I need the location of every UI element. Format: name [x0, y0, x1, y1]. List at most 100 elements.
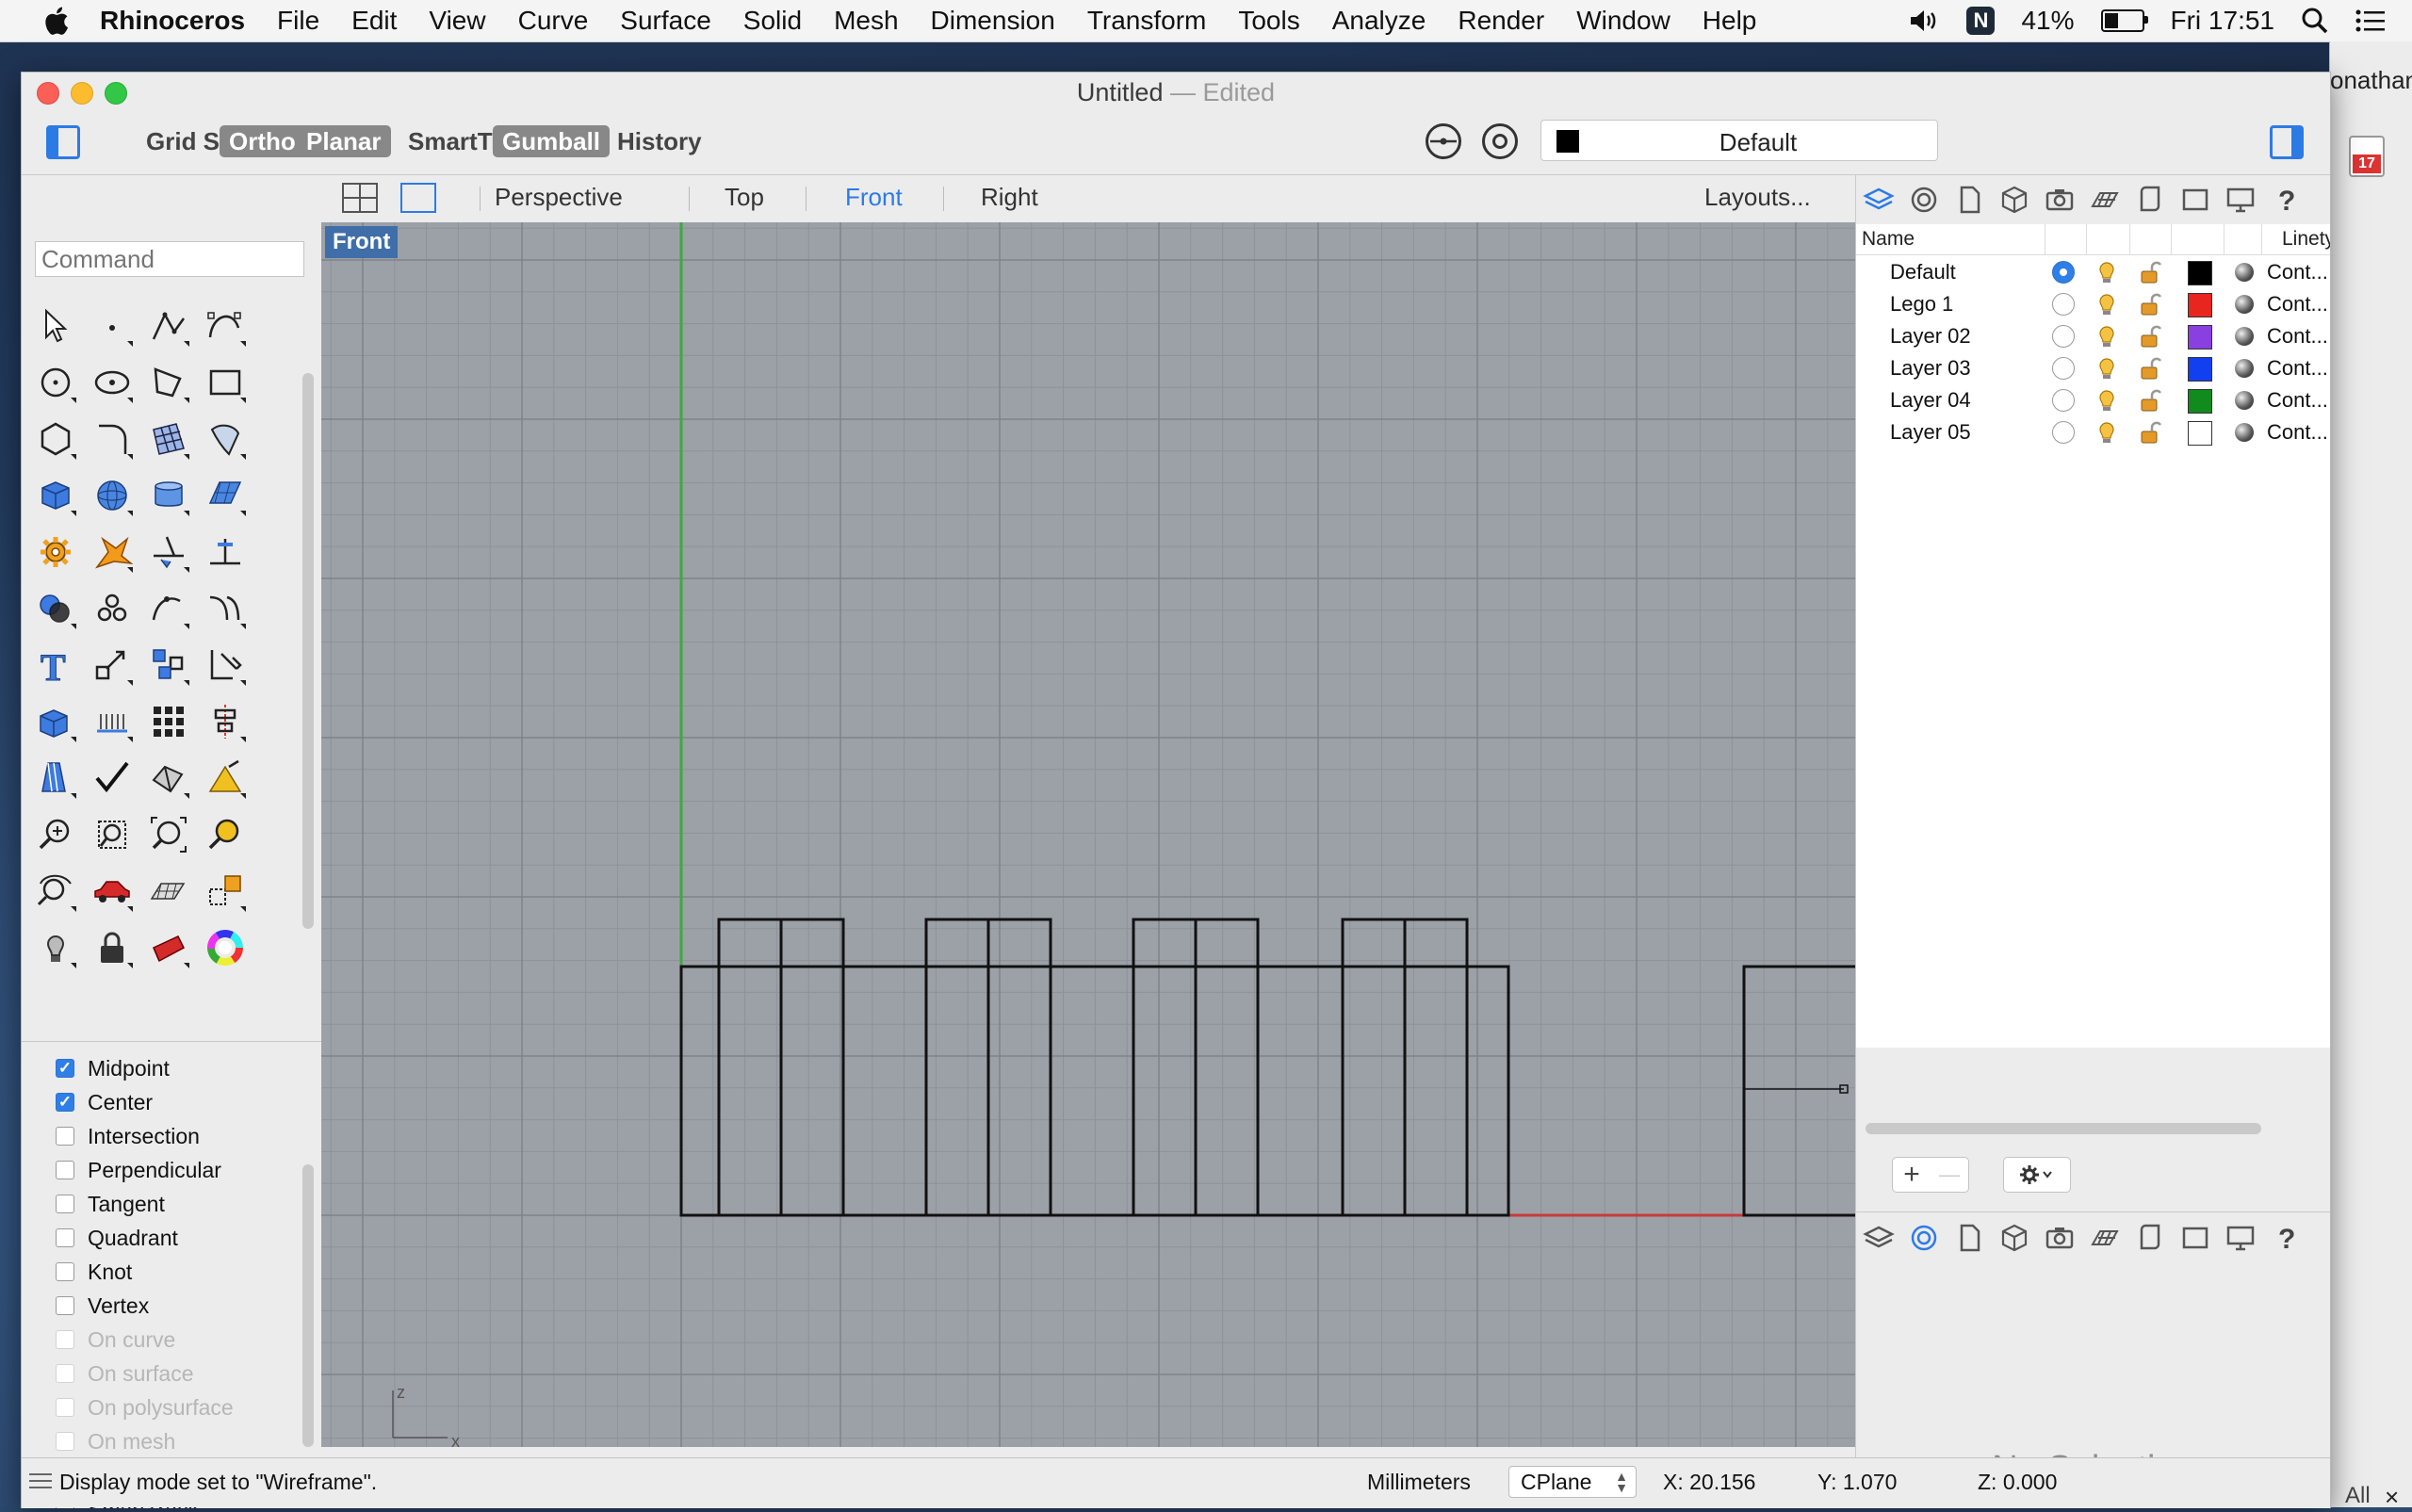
- linetype-value[interactable]: Cont...: [2267, 324, 2328, 349]
- notes-tab-icon[interactable]: [2127, 1215, 2173, 1260]
- properties-tab-icon[interactable]: [1901, 177, 1947, 222]
- material-sphere-icon[interactable]: [2235, 391, 2254, 410]
- box-icon[interactable]: [27, 467, 84, 524]
- align-icon[interactable]: [197, 693, 253, 750]
- grid-array-icon[interactable]: [140, 693, 197, 750]
- plane-surface-icon[interactable]: [197, 467, 253, 524]
- osnap-quadrant[interactable]: Quadrant: [56, 1221, 310, 1255]
- linetype-value[interactable]: Cont...: [2267, 388, 2328, 413]
- help-tab-icon[interactable]: ?: [2263, 177, 2308, 222]
- layer-name[interactable]: Default: [1890, 260, 1956, 285]
- layouts-button[interactable]: Layouts...: [1704, 183, 1811, 212]
- linetype-value[interactable]: Cont...: [2267, 292, 2328, 317]
- checkbox[interactable]: [56, 1161, 74, 1179]
- shade-icon[interactable]: [140, 750, 197, 806]
- menu-help[interactable]: Help: [1703, 6, 1757, 36]
- dimension-icon[interactable]: [197, 750, 253, 806]
- render-tab-icon[interactable]: [2082, 1215, 2127, 1260]
- menu-surface[interactable]: Surface: [620, 6, 711, 36]
- single-viewport-icon[interactable]: [400, 183, 436, 213]
- loft-icon[interactable]: [197, 411, 253, 467]
- four-viewports-icon[interactable]: [342, 183, 378, 213]
- document-tab-icon[interactable]: [1947, 177, 1992, 222]
- checkbox[interactable]: [56, 1296, 74, 1315]
- current-layer-selector[interactable]: Default: [1540, 120, 1938, 161]
- osnap-on-mesh[interactable]: On mesh: [56, 1424, 310, 1458]
- osnap-scrollbar[interactable]: [302, 1164, 314, 1447]
- add-layer-button[interactable]: +: [1893, 1158, 1931, 1192]
- tab-top[interactable]: Top: [725, 183, 764, 212]
- checkbox[interactable]: [56, 1262, 74, 1281]
- tab-perspective[interactable]: Perspective: [495, 183, 623, 212]
- viewport-title-label[interactable]: Front: [325, 226, 399, 258]
- layer-row[interactable]: Layer 05 Cont...: [1856, 415, 2330, 447]
- layer-row[interactable]: Layer 02 Cont...: [1856, 319, 2330, 351]
- column-header-name[interactable]: Name: [1862, 228, 1915, 251]
- app-menu[interactable]: Rhinoceros: [100, 6, 245, 36]
- point-icon[interactable]: [84, 298, 140, 354]
- scale-icon[interactable]: [84, 637, 140, 693]
- right-sidebar-toggle-icon[interactable]: [2270, 125, 2304, 159]
- osnap-tangent[interactable]: Tangent: [56, 1187, 310, 1221]
- lock-icon[interactable]: [2139, 388, 2162, 413]
- layer-color-swatch[interactable]: [2188, 261, 2212, 285]
- boolean-icon[interactable]: [27, 580, 84, 637]
- rebuild-icon[interactable]: [197, 580, 253, 637]
- text-icon[interactable]: T: [27, 637, 84, 693]
- array-icon[interactable]: [140, 637, 197, 693]
- camera-tab-icon[interactable]: [2037, 177, 2082, 222]
- rotate-view-icon[interactable]: [27, 863, 84, 919]
- lock-icon[interactable]: [2139, 324, 2162, 349]
- fillet-icon[interactable]: [84, 411, 140, 467]
- layers-horizontal-scrollbar[interactable]: [1866, 1123, 2261, 1134]
- left-sidebar-toggle-icon[interactable]: [46, 125, 80, 159]
- current-layer-radio[interactable]: [2052, 389, 2075, 412]
- checkbox[interactable]: [56, 1432, 74, 1451]
- visibility-bulb-icon[interactable]: [2095, 388, 2118, 413]
- checkbox[interactable]: [56, 1228, 74, 1247]
- layer-name[interactable]: Layer 05: [1890, 420, 1971, 445]
- layer-name[interactable]: Layer 03: [1890, 356, 1971, 381]
- visibility-bulb-icon[interactable]: [2095, 260, 2118, 285]
- checkbox[interactable]: [56, 1127, 74, 1146]
- display-tab-icon[interactable]: [1992, 1215, 2037, 1260]
- menu-render[interactable]: Render: [1458, 6, 1544, 36]
- lock-icon[interactable]: [2139, 292, 2162, 317]
- layers-tab-icon[interactable]: [1856, 177, 1901, 222]
- layers-tab-icon[interactable]: [1856, 1215, 1901, 1260]
- osnap-midpoint[interactable]: Midpoint: [56, 1051, 310, 1085]
- linetype-value[interactable]: Cont...: [2267, 420, 2328, 445]
- menu-solid[interactable]: Solid: [743, 6, 802, 36]
- layer-color-swatch[interactable]: [2188, 389, 2212, 414]
- tool-palette-scrollbar[interactable]: [302, 373, 314, 929]
- layer-row[interactable]: Default Cont...: [1856, 255, 2330, 287]
- menu-dimension[interactable]: Dimension: [931, 6, 1055, 36]
- planar-button[interactable]: Planar: [297, 125, 391, 157]
- current-layer-radio[interactable]: [2052, 421, 2075, 444]
- join-icon[interactable]: [140, 580, 197, 637]
- menu-edit[interactable]: Edit: [351, 6, 397, 36]
- current-layer-radio[interactable]: [2052, 293, 2075, 316]
- visibility-bulb-icon[interactable]: [2095, 324, 2118, 349]
- check-icon[interactable]: [84, 750, 140, 806]
- layer-name[interactable]: Layer 02: [1890, 324, 1971, 349]
- layer-color-swatch[interactable]: [2188, 357, 2212, 382]
- osnap-vertex[interactable]: Vertex: [56, 1289, 310, 1323]
- tab-front[interactable]: Front: [845, 183, 903, 212]
- osnap-toggle-icon[interactable]: [1482, 123, 1518, 159]
- material-sphere-icon[interactable]: [2235, 327, 2254, 346]
- menu-curve[interactable]: Curve: [518, 6, 589, 36]
- snap-point-icon[interactable]: [1426, 123, 1461, 159]
- camera-tab-icon[interactable]: [2037, 1215, 2082, 1260]
- menu-window[interactable]: Window: [1576, 6, 1670, 36]
- visibility-bulb-icon[interactable]: [2095, 292, 2118, 317]
- history-button[interactable]: History: [611, 125, 708, 157]
- osnap-perpendicular[interactable]: Perpendicular: [56, 1153, 310, 1187]
- monitor-tab-icon[interactable]: [2218, 177, 2263, 222]
- osnap-intersection[interactable]: Intersection: [56, 1119, 310, 1153]
- clock[interactable]: Fri 17:51: [2171, 6, 2275, 36]
- layer-color-swatch[interactable]: [2188, 325, 2212, 350]
- menu-analyze[interactable]: Analyze: [1332, 6, 1426, 36]
- layer-name[interactable]: Lego 1: [1890, 292, 1953, 317]
- help-tab-icon[interactable]: ?: [2263, 1215, 2308, 1260]
